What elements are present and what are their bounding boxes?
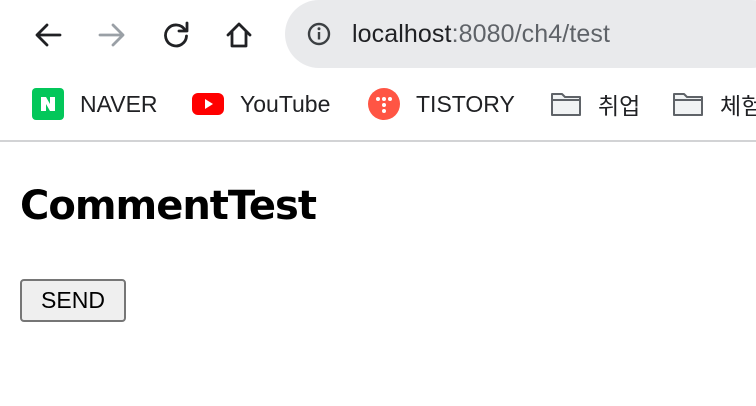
bookmark-label: NAVER xyxy=(80,90,158,117)
tistory-favicon xyxy=(368,88,400,120)
info-icon[interactable] xyxy=(307,22,331,46)
send-button[interactable]: SEND xyxy=(20,279,126,322)
bookmark-tistory[interactable]: TISTORY xyxy=(368,70,515,138)
reload-icon xyxy=(164,21,189,48)
bookmark-label: 체험 xyxy=(720,93,756,119)
bookmark-naver[interactable]: NAVER xyxy=(32,70,158,138)
naver-favicon xyxy=(32,88,64,120)
folder-icon xyxy=(550,88,582,120)
home-icon xyxy=(226,22,252,48)
bookmark-folder-experience[interactable]: 체험 xyxy=(672,70,756,138)
bookmark-folder-job[interactable]: 취업 xyxy=(550,70,640,138)
bookmark-label: TISTORY xyxy=(416,90,515,117)
browser-toolbar: localhost:8080/ch4/test xyxy=(0,0,756,70)
page-title: CommentTest xyxy=(20,183,317,229)
forward-icon xyxy=(98,23,125,47)
home-button[interactable] xyxy=(221,17,257,53)
bookmark-label: 취업 xyxy=(598,93,641,119)
url-text[interactable]: localhost:8080/ch4/test xyxy=(352,18,610,50)
back-icon xyxy=(35,23,62,47)
bookmarks-bar: NAVER YouTube TISTORY 취업 체험 xyxy=(0,70,756,142)
youtube-favicon xyxy=(192,88,224,120)
address-bar[interactable]: localhost:8080/ch4/test xyxy=(285,0,756,68)
back-button[interactable] xyxy=(30,17,66,53)
bookmark-label: YouTube xyxy=(240,90,331,117)
reload-button[interactable] xyxy=(158,17,194,53)
url-path: :8080/ch4/test xyxy=(451,20,611,48)
forward-button[interactable] xyxy=(94,17,130,53)
folder-icon xyxy=(672,88,704,120)
url-host: localhost xyxy=(352,20,452,48)
bookmark-youtube[interactable]: YouTube xyxy=(192,70,330,138)
